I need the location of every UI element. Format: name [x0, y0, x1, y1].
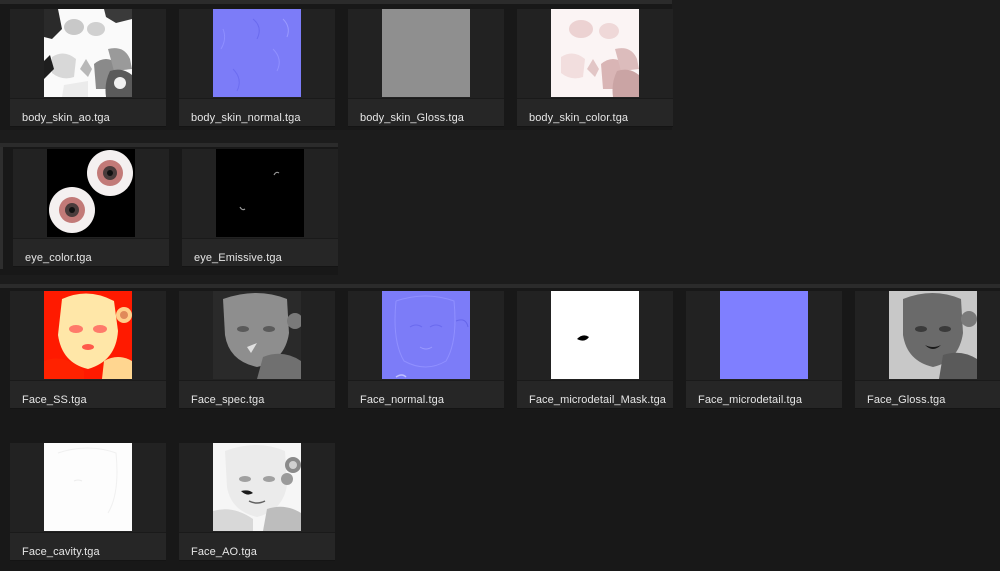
file-tile[interactable]: body_skin_normal.tga [179, 9, 335, 127]
face-ao-map-thumbnail [213, 443, 301, 531]
file-name-label: eye_color.tga [25, 252, 92, 264]
eye-emissive-map-icon [216, 149, 304, 237]
file-name-label: Face_normal.tga [360, 394, 445, 406]
eye-color-map-thumbnail [47, 149, 135, 237]
face-ao-map-icon [213, 443, 301, 531]
body-ao-map-thumbnail [44, 9, 132, 97]
file-tile[interactable]: Face_cavity.tga [10, 443, 166, 561]
file-name-label: Face_Gloss.tga [867, 394, 946, 406]
file-tile[interactable]: Face_microdetail.tga [686, 291, 842, 409]
file-tile[interactable]: body_skin_ao.tga [10, 9, 166, 127]
face-normal-map-thumbnail [382, 291, 470, 379]
file-name-label: Face_cavity.tga [22, 546, 100, 558]
file-name-label: body_skin_color.tga [529, 112, 629, 124]
face-cavity-map-thumbnail [44, 443, 132, 531]
file-name-label: body_skin_normal.tga [191, 112, 301, 124]
file-tile[interactable]: eye_Emissive.tga [182, 149, 338, 267]
file-name-label: body_skin_ao.tga [22, 112, 110, 124]
face-ss-map-icon [44, 291, 132, 379]
face-gloss-map-icon [889, 291, 977, 379]
face-microdetail-map-thumbnail [720, 291, 808, 379]
file-tile[interactable]: body_skin_Gloss.tga [348, 9, 504, 127]
face-spec-map-icon [213, 291, 301, 379]
face-microdetail-mask-map-icon [551, 291, 639, 379]
file-name-label: Face_microdetail_Mask.tga [529, 394, 667, 406]
eye-emissive-map-thumbnail [216, 149, 304, 237]
file-name-label: Face_SS.tga [22, 394, 87, 406]
file-tile[interactable]: Face_Gloss.tga [855, 291, 1000, 409]
face-microdetail-map-icon [720, 291, 808, 379]
file-tile[interactable]: Face_AO.tga [179, 443, 335, 561]
body-ao-map-icon [44, 9, 132, 97]
body-gloss-map-thumbnail [382, 9, 470, 97]
face-gloss-map-thumbnail [889, 291, 977, 379]
file-tile[interactable]: Face_spec.tga [179, 291, 335, 409]
body-gloss-map-icon [382, 9, 470, 97]
eye-color-map-icon [47, 149, 135, 237]
face-normal-map-icon [382, 291, 470, 379]
face-cavity-map-icon [44, 443, 132, 531]
face-spec-map-thumbnail [213, 291, 301, 379]
face-ss-map-thumbnail [44, 291, 132, 379]
body-normal-map-thumbnail [213, 9, 301, 97]
file-name-label: Face_AO.tga [191, 546, 257, 558]
face-microdetail-mask-map-thumbnail [551, 291, 639, 379]
file-tile[interactable]: eye_color.tga [13, 149, 169, 267]
group-side-bar [0, 147, 3, 269]
file-tile[interactable]: Face_normal.tga [348, 291, 504, 409]
file-name-label: Face_spec.tga [191, 394, 265, 406]
file-name-label: eye_Emissive.tga [194, 252, 282, 264]
file-tile[interactable]: Face_SS.tga [10, 291, 166, 409]
body-normal-map-icon [213, 9, 301, 97]
file-tile[interactable]: Face_microdetail_Mask.tga [517, 291, 673, 409]
file-name-label: body_skin_Gloss.tga [360, 112, 465, 124]
file-tile[interactable]: body_skin_color.tga [517, 9, 673, 127]
body-color-map-icon [551, 9, 639, 97]
file-name-label: Face_microdetail.tga [698, 394, 803, 406]
body-color-map-thumbnail [551, 9, 639, 97]
file-browser: body_skin_ao.tga body_skin_normal.tga bo… [0, 0, 1000, 571]
